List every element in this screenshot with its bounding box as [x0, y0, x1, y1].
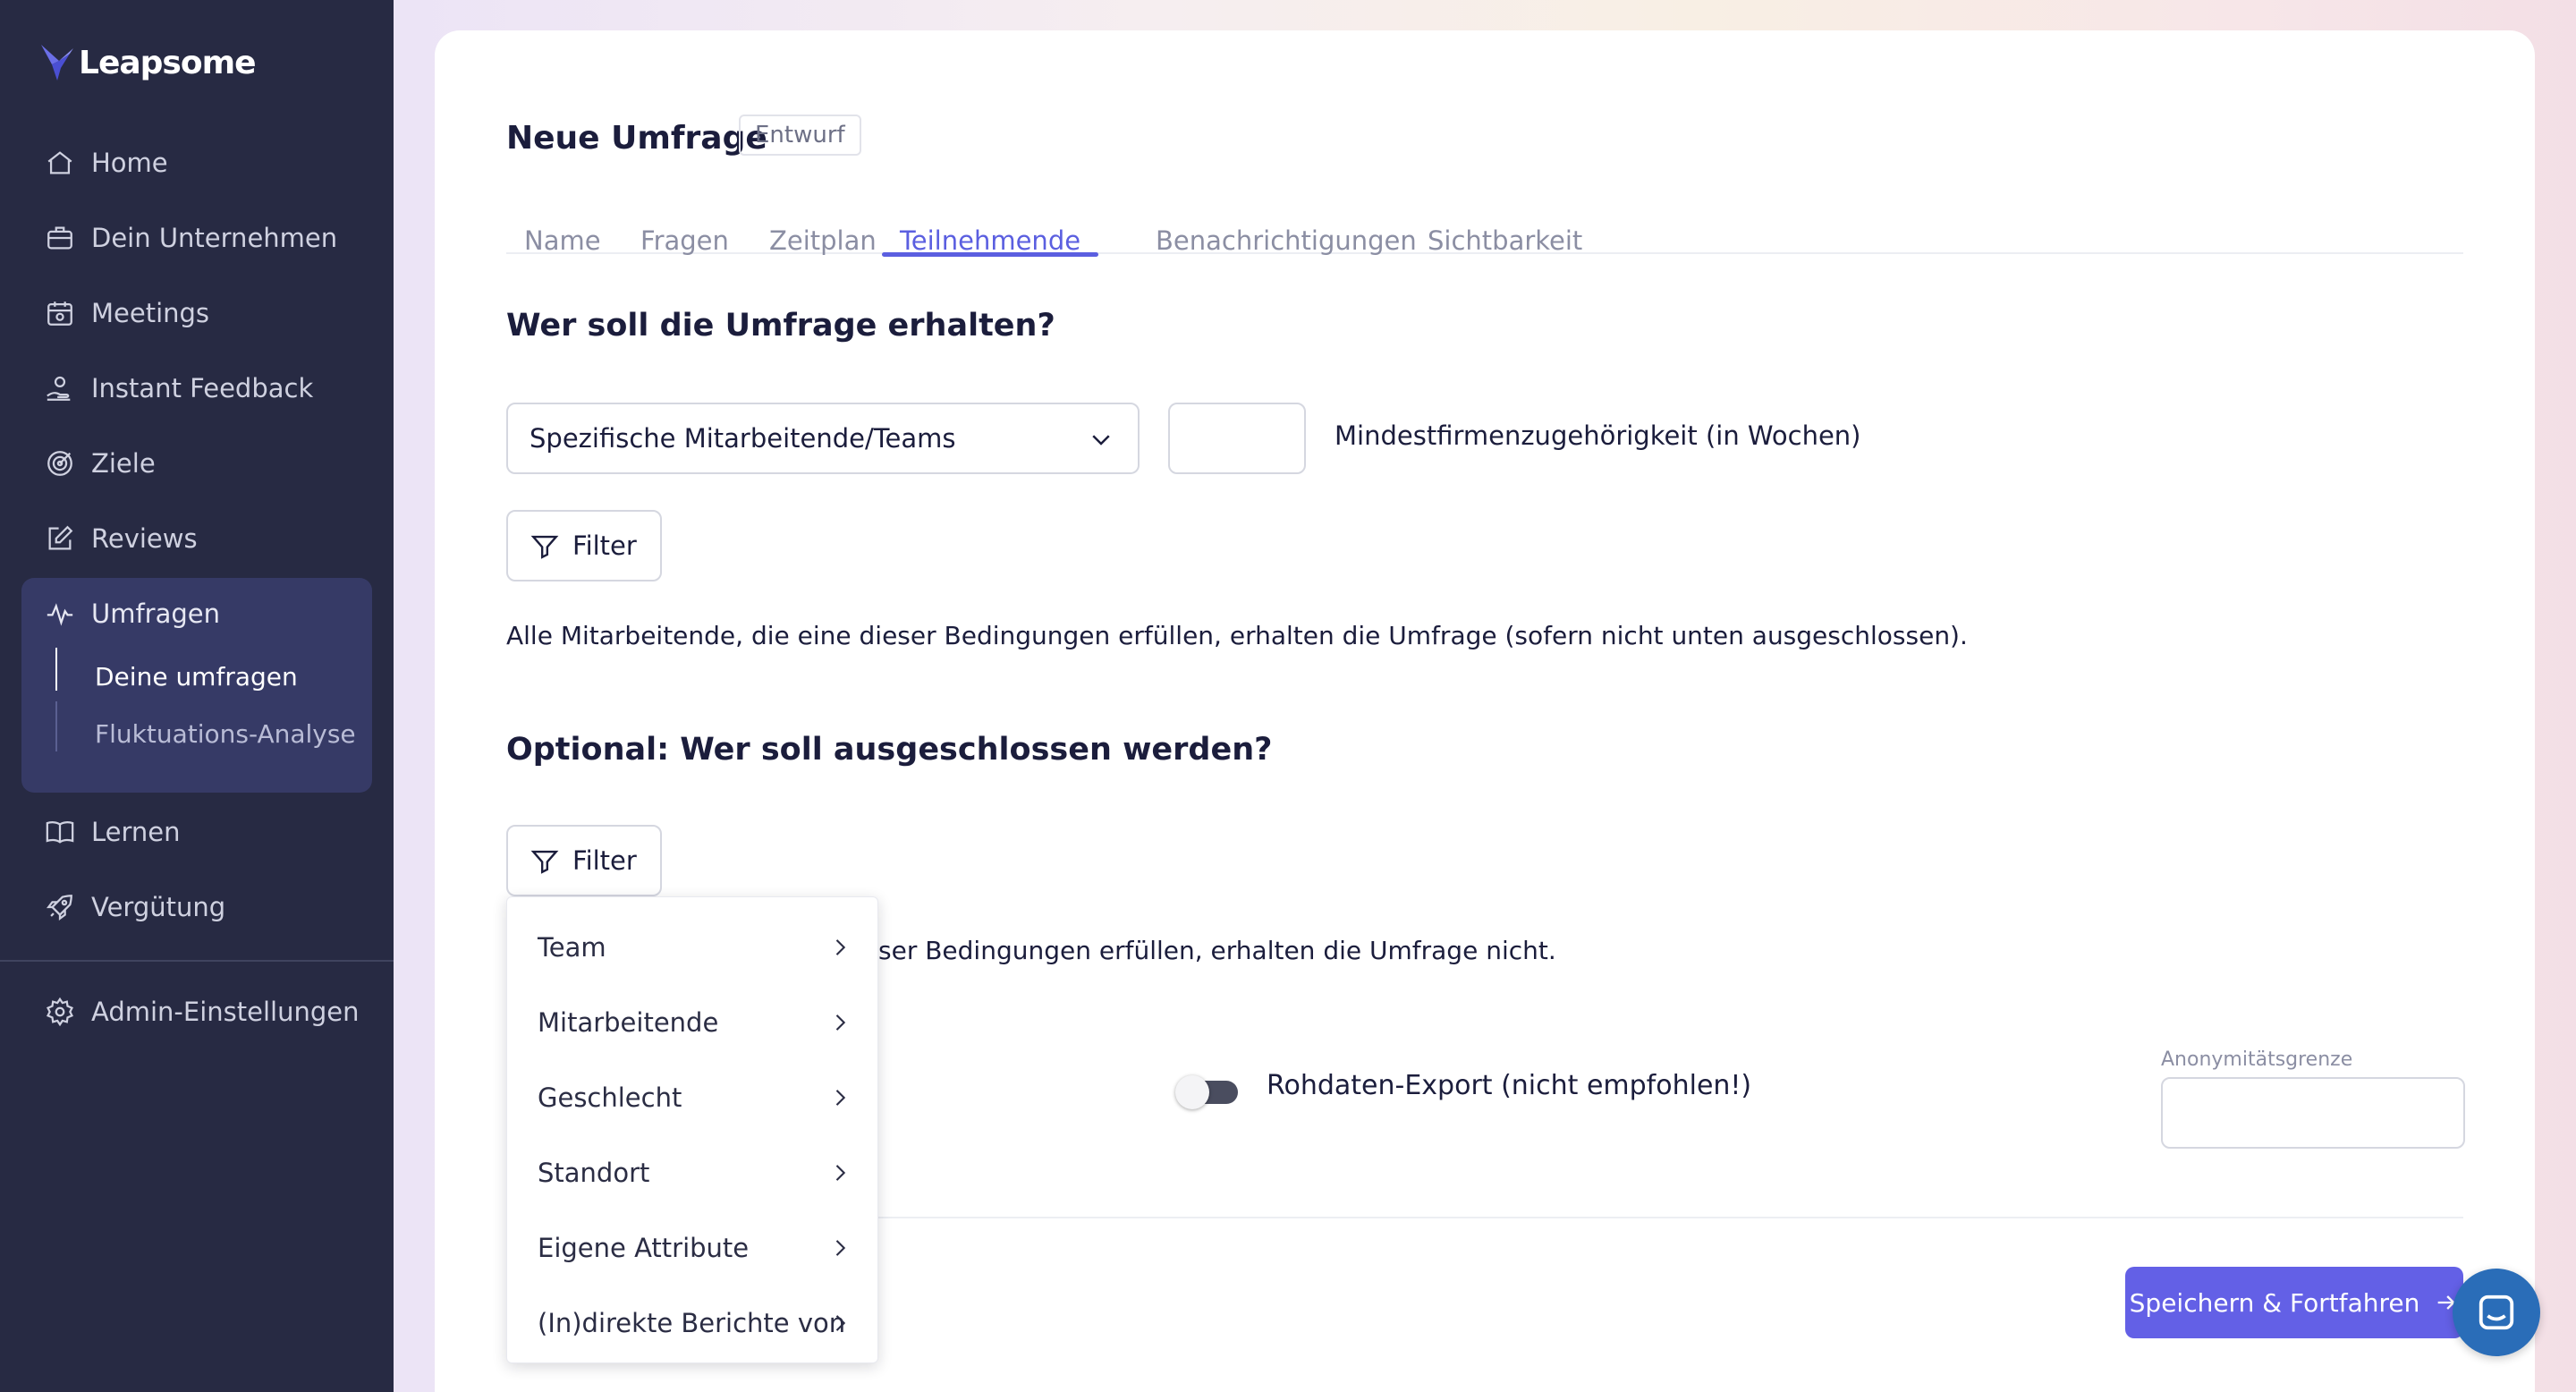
filter-button-label: Filter [572, 845, 637, 876]
menu-item-label: Eigene Attribute [538, 1233, 750, 1263]
chevron-down-icon [1092, 435, 1110, 446]
menu-item-label: Mitarbeitende [538, 1007, 719, 1038]
sidebar-item-surveys[interactable]: Umfragen [45, 591, 220, 636]
anonymity-threshold-input[interactable] [2161, 1077, 2465, 1149]
app-logo[interactable]: Leapsome [39, 41, 257, 84]
sidebar-item-goals[interactable]: Ziele [45, 441, 156, 486]
sidebar-item-meetings[interactable]: Meetings [45, 291, 209, 335]
sidebar-subitem-attrition-analysis[interactable]: Fluktuations-Analyse [95, 719, 356, 749]
active-tab-indicator [882, 252, 1099, 257]
recipients-select-value: Spezifische Mitarbeitende/Teams [530, 423, 956, 454]
menu-item-label: (In)direkte Berichte von [538, 1308, 846, 1338]
sidebar-item-label: Dein Unternehmen [91, 223, 338, 253]
save-continue-label: Speichern & Fortfahren [2129, 1287, 2420, 1318]
chat-launcher-button[interactable] [2453, 1269, 2540, 1356]
sidebar: Leapsome Home Dein Unternehmen Meetings … [0, 0, 394, 1392]
sidebar-item-label: Instant Feedback [91, 373, 314, 403]
calendar-icon [47, 301, 72, 326]
sidebar-divider [0, 960, 394, 962]
sidebar-item-label: Reviews [91, 523, 198, 554]
app-name: Leapsome [79, 44, 257, 81]
target-icon [47, 451, 72, 476]
active-sub-indicator [55, 648, 57, 691]
sidebar-subitem-my-surveys[interactable]: Deine umfragen [95, 662, 298, 692]
sidebar-item-company[interactable]: Dein Unternehmen [45, 216, 337, 260]
leapsome-bird-icon [41, 45, 73, 81]
filter-option-team[interactable]: Team [507, 910, 879, 985]
recipients-heading: Wer soll die Umfrage erhalten? [506, 308, 1055, 344]
filter-option-reports-of[interactable]: (In)direkte Berichte von [507, 1286, 879, 1361]
recipients-select[interactable]: Spezifische Mitarbeitende/Teams [506, 403, 1140, 474]
home-icon [47, 151, 72, 174]
filter-option-custom-attributes[interactable]: Eigene Attribute [507, 1210, 879, 1286]
chevron-right-icon [835, 1014, 846, 1031]
pulse-icon [47, 603, 73, 626]
sidebar-item-label: Home [91, 148, 168, 178]
tab-notifications[interactable]: Benachrichtigungen [1138, 191, 1435, 256]
gear-icon [46, 997, 74, 1027]
edit-icon [48, 525, 73, 550]
filter-option-gender[interactable]: Geschlecht [507, 1060, 879, 1135]
book-icon [46, 821, 74, 844]
filter-option-employees[interactable]: Mitarbeitende [507, 985, 879, 1060]
hand-feedback-icon [47, 376, 71, 401]
chevron-right-icon [835, 1315, 846, 1331]
chevron-right-icon [835, 1165, 846, 1181]
chevron-right-icon [835, 1090, 846, 1106]
sidebar-group-surveys: Umfragen Deine umfragen Fluktuations-Ana… [21, 578, 372, 793]
sidebar-item-label: Umfragen [91, 598, 221, 629]
filter-dropdown-menu: Team Mitarbeitende Geschlecht Standort E… [506, 896, 878, 1363]
status-badge: Entwurf [739, 115, 861, 156]
sub-item-divider [55, 701, 57, 751]
filter-option-location[interactable]: Standort [507, 1135, 879, 1210]
tab-questions[interactable]: Fragen [623, 191, 747, 256]
toggle-knob [1175, 1075, 1209, 1109]
filter-icon [530, 535, 559, 559]
raw-export-label: Rohdaten-Export (nicht empfohlen!) [1267, 1070, 1752, 1101]
sidebar-item-label: Vergütung [91, 892, 226, 922]
sidebar-item-label: Meetings [91, 298, 210, 328]
tab-name[interactable]: Name [506, 191, 619, 256]
sidebar-item-home[interactable]: Home [45, 140, 168, 185]
menu-item-label: Geschlecht [538, 1082, 682, 1113]
briefcase-icon [47, 226, 72, 250]
tab-visibility[interactable]: Sichtbarkeit [1410, 191, 1600, 256]
exclusions-info-text: ser Bedingungen erfüllen, erhalten die U… [878, 936, 1556, 965]
chevron-right-icon [835, 939, 846, 955]
sidebar-item-admin-settings[interactable]: Admin-Einstellungen [45, 989, 359, 1034]
filter-icon [530, 850, 559, 874]
menu-item-label: Team [538, 932, 606, 963]
tab-participants[interactable]: Teilnehmende [882, 191, 1099, 257]
min-tenure-input[interactable] [1168, 403, 1306, 474]
chat-icon [2479, 1294, 2514, 1330]
anonymity-caption: Anonymitätsgrenze [2161, 1048, 2353, 1071]
menu-item-label: Standort [538, 1158, 650, 1188]
sidebar-item-reviews[interactable]: Reviews [45, 516, 198, 561]
sidebar-item-label: Ziele [91, 448, 156, 479]
sidebar-item-learning[interactable]: Lernen [45, 810, 181, 854]
recipients-info-text: Alle Mitarbeitende, die eine dieser Bedi… [506, 621, 1968, 650]
sidebar-item-label: Admin-Einstellungen [91, 997, 360, 1027]
save-continue-button[interactable]: Speichern & Fortfahren [2125, 1267, 2463, 1338]
sidebar-item-label: Lernen [91, 817, 181, 847]
page-title: Neue Umfrage [506, 120, 767, 157]
tab-label: Teilnehmende [900, 225, 1081, 256]
tab-schedule[interactable]: Zeitplan [751, 191, 894, 256]
raw-export-toggle[interactable] [1175, 1075, 1240, 1109]
rocket-icon [46, 895, 72, 921]
chevron-right-icon [835, 1240, 846, 1256]
min-tenure-label: Mindestfirmenzugehörigkeit (in Wochen) [1335, 420, 1861, 451]
filter-button-label: Filter [572, 530, 637, 561]
sidebar-item-compensation[interactable]: Vergütung [45, 885, 225, 929]
survey-tabs: Name Fragen Zeitplan Teilnehmende Benach… [506, 191, 2463, 257]
exclusions-filter-button[interactable]: Filter [506, 825, 662, 896]
exclusions-heading: Optional: Wer soll ausgeschlossen werden… [506, 732, 1273, 768]
sidebar-item-instant-feedback[interactable]: Instant Feedback [45, 366, 313, 411]
recipients-filter-button[interactable]: Filter [506, 510, 662, 581]
